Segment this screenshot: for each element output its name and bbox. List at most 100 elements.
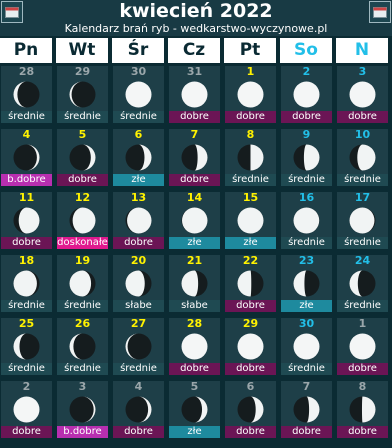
weekday-mon: Pn: [0, 38, 52, 63]
day-cell[interactable]: 5 dobre: [57, 129, 108, 186]
day-number: 21: [186, 254, 203, 267]
fishing-rating-label: dobre: [169, 111, 220, 123]
day-number: 1: [358, 317, 367, 330]
moon-phase-icon: [293, 333, 320, 360]
day-number: 28: [18, 65, 35, 78]
weekday-wed: Śr: [112, 38, 164, 63]
fishing-rating-label: dobre: [225, 363, 276, 375]
day-cell[interactable]: 22 dobre: [225, 255, 276, 312]
moon-phase-icon: [349, 144, 376, 171]
day-cell[interactable]: 2 dobre: [281, 66, 332, 123]
day-cell[interactable]: 6 złe: [113, 129, 164, 186]
day-cell[interactable]: 30 średnie: [113, 66, 164, 123]
day-cell[interactable]: 1 dobre: [337, 318, 388, 375]
day-number: 18: [18, 254, 35, 267]
day-cell[interactable]: 20 słabe: [113, 255, 164, 312]
fishing-rating-label: dobre: [281, 426, 332, 438]
fishing-rating-label: średnie: [337, 237, 388, 249]
fishing-calendar: kwiecień 2022 Kalendarz brań ryb - wedka…: [0, 0, 392, 448]
moon-phase-icon: [293, 270, 320, 297]
day-cell[interactable]: 4 b.dobre: [1, 129, 52, 186]
fishing-rating-label: złe: [225, 237, 276, 249]
moon-phase-icon: [13, 270, 40, 297]
moon-phase-icon: [125, 270, 152, 297]
moon-phase-icon: [69, 144, 96, 171]
moon-phase-icon: [13, 333, 40, 360]
day-cell[interactable]: 3 b.dobre: [57, 381, 108, 438]
fishing-rating-label: złe: [169, 237, 220, 249]
moon-phase-icon: [69, 207, 96, 234]
day-number: 6: [246, 380, 255, 393]
day-cell[interactable]: 18 średnie: [1, 255, 52, 312]
fishing-rating-label: średnie: [1, 363, 52, 375]
fishing-rating-label: średnie: [225, 174, 276, 186]
fishing-rating-label: średnie: [1, 300, 52, 312]
fishing-rating-label: słabe: [113, 300, 164, 312]
fishing-rating-label: dobre: [113, 426, 164, 438]
moon-phase-icon: [69, 81, 96, 108]
day-cell[interactable]: 28 dobre: [169, 318, 220, 375]
day-cell[interactable]: 8 średnie: [225, 129, 276, 186]
moon-phase-icon: [237, 81, 264, 108]
day-cell[interactable]: 24 średnie: [337, 255, 388, 312]
fishing-rating-label: dobre: [225, 111, 276, 123]
day-number: 28: [186, 317, 203, 330]
fishing-rating-label: dobre: [1, 237, 52, 249]
day-cell[interactable]: 7 dobre: [169, 129, 220, 186]
day-cell[interactable]: 5 złe: [169, 381, 220, 438]
day-cell[interactable]: 28 średnie: [1, 66, 52, 123]
day-number: 11: [18, 191, 35, 204]
day-number: 7: [190, 128, 199, 141]
moon-phase-icon: [237, 207, 264, 234]
day-cell[interactable]: 9 średnie: [281, 129, 332, 186]
fishing-rating-label: słabe: [169, 300, 220, 312]
moon-phase-icon: [125, 81, 152, 108]
day-cell[interactable]: 23 złe: [281, 255, 332, 312]
day-cell[interactable]: 4 dobre: [113, 381, 164, 438]
moon-phase-icon: [13, 81, 40, 108]
day-cell[interactable]: 25 średnie: [1, 318, 52, 375]
day-cell[interactable]: 29 dobre: [225, 318, 276, 375]
moon-phase-icon: [293, 396, 320, 423]
day-cell[interactable]: 19 średnie: [57, 255, 108, 312]
day-number: 14: [186, 191, 203, 204]
moon-phase-icon: [293, 81, 320, 108]
day-cell[interactable]: 26 średnie: [57, 318, 108, 375]
moon-phase-icon: [125, 333, 152, 360]
day-cell[interactable]: 11 dobre: [1, 192, 52, 249]
moon-phase-icon: [69, 270, 96, 297]
fishing-rating-label: średnie: [281, 237, 332, 249]
fishing-rating-label: dobre: [1, 426, 52, 438]
weekday-fri: Pt: [224, 38, 276, 63]
day-cell[interactable]: 27 średnie: [113, 318, 164, 375]
moon-phase-icon: [181, 207, 208, 234]
moon-phase-icon: [349, 396, 376, 423]
day-cell[interactable]: 13 dobre: [113, 192, 164, 249]
calendar-header: kwiecień 2022 Kalendarz brań ryb - wedka…: [0, 0, 392, 36]
month-title: kwiecień 2022: [119, 0, 273, 22]
day-cell[interactable]: 21 słabe: [169, 255, 220, 312]
day-cell[interactable]: 15 złe: [225, 192, 276, 249]
day-cell[interactable]: 17 średnie: [337, 192, 388, 249]
day-cell[interactable]: 31 dobre: [169, 66, 220, 123]
fishing-rating-label: średnie: [57, 363, 108, 375]
day-number: 4: [134, 380, 143, 393]
day-cell[interactable]: 7 dobre: [281, 381, 332, 438]
day-number: 29: [74, 65, 91, 78]
day-cell[interactable]: 10 średnie: [337, 129, 388, 186]
day-cell[interactable]: 16 średnie: [281, 192, 332, 249]
day-cell[interactable]: 2 dobre: [1, 381, 52, 438]
moon-phase-icon: [349, 333, 376, 360]
day-cell[interactable]: 3 dobre: [337, 66, 388, 123]
day-cell[interactable]: 12 doskonałe: [57, 192, 108, 249]
fishing-rating-label: b.dobre: [57, 426, 108, 438]
day-cell[interactable]: 8 dobre: [337, 381, 388, 438]
day-cell[interactable]: 30 średnie: [281, 318, 332, 375]
day-number: 31: [186, 65, 203, 78]
day-number: 2: [302, 65, 311, 78]
day-cell[interactable]: 29 średnie: [57, 66, 108, 123]
day-cell[interactable]: 6 dobre: [225, 381, 276, 438]
day-cell[interactable]: 1 dobre: [225, 66, 276, 123]
moon-phase-icon: [349, 81, 376, 108]
day-cell[interactable]: 14 złe: [169, 192, 220, 249]
